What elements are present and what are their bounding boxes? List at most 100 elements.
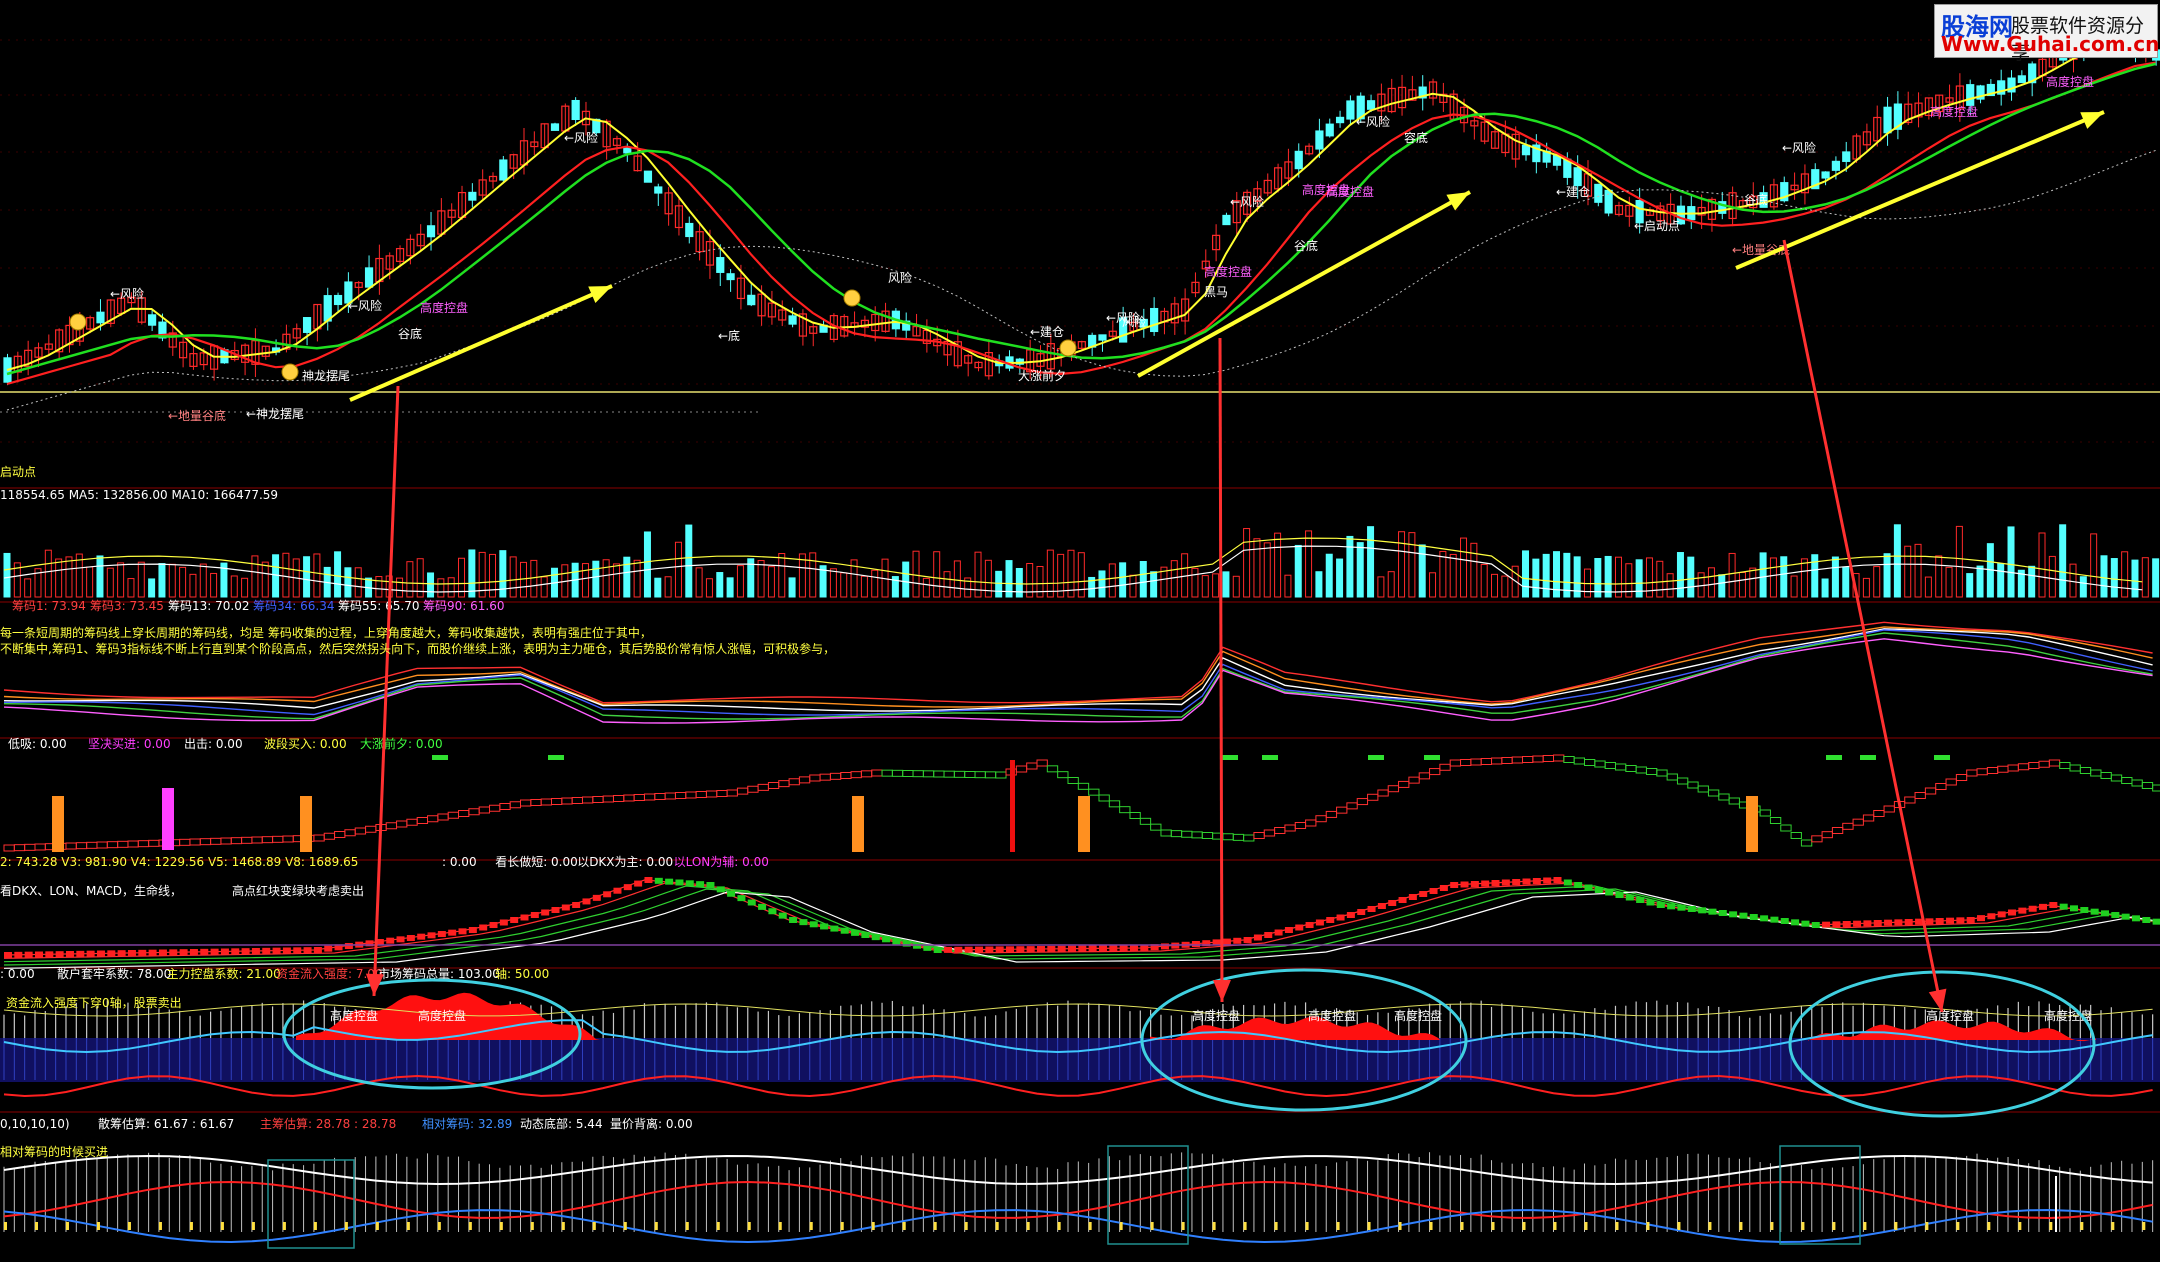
signal-green-tick xyxy=(1262,755,1278,760)
volume-bar xyxy=(1862,577,1870,598)
dkx-block xyxy=(572,902,581,908)
signal-stair-step xyxy=(1449,759,1462,767)
candle-body xyxy=(499,159,508,181)
dkx-block xyxy=(541,909,550,916)
dkx-block xyxy=(1832,921,1841,928)
dkx-block xyxy=(76,950,85,957)
signal-stair-step xyxy=(261,836,274,844)
volume-bar xyxy=(1387,571,1395,598)
dkx-block xyxy=(1501,879,1510,886)
dkx-block xyxy=(210,948,219,955)
dkx-block xyxy=(944,946,953,953)
bottom-yellow-tick xyxy=(623,1222,627,1230)
signal-stair-step xyxy=(1139,817,1152,825)
candle-body xyxy=(1346,100,1355,120)
signal-stair-step xyxy=(1398,780,1410,788)
dkx-block xyxy=(65,951,74,957)
dkx-block xyxy=(685,880,694,887)
signal-bar xyxy=(162,788,174,850)
dkx-block xyxy=(2008,909,2017,916)
chip-header-item: 筹码1: 73.94 xyxy=(12,599,86,613)
bottom-yellow-tick xyxy=(1584,1222,1588,1230)
dkx-block xyxy=(1419,891,1428,897)
volume-bar xyxy=(716,572,724,598)
signal-stair-step xyxy=(1191,831,1203,839)
dkx-block xyxy=(2152,918,2160,925)
volume-bar xyxy=(313,553,321,598)
dkx-block xyxy=(179,949,188,956)
signal-stair-step xyxy=(478,806,491,814)
candle-body xyxy=(654,186,663,194)
signal-stair-step xyxy=(1015,765,1028,773)
dkx-block xyxy=(727,890,736,897)
dkx-block xyxy=(1037,946,1045,952)
bottom-yellow-tick xyxy=(933,1222,937,1230)
dkx-block xyxy=(933,947,942,953)
dkx-block xyxy=(964,946,973,953)
dkx-block xyxy=(1398,897,1407,903)
control-label: 高度控盘 xyxy=(1926,1008,1974,1023)
dkx-block xyxy=(1791,919,1800,926)
volume-bar xyxy=(230,575,238,598)
volume-bar xyxy=(1170,560,1178,598)
signal-stair-step xyxy=(1046,765,1059,773)
signal-stair-step xyxy=(623,794,635,802)
dkx-block xyxy=(437,931,446,937)
dkx-block xyxy=(1594,887,1603,893)
dkx-block xyxy=(1636,897,1645,903)
price-signal-label: 黑马 xyxy=(1204,285,1228,299)
bottom-header-item: 主筹估算: 28.78 : 28.78 xyxy=(260,1116,396,1131)
price-signal-label: ←建仓 xyxy=(1030,325,1064,339)
signal-stair-step xyxy=(1924,787,1937,795)
volume-bar xyxy=(530,559,538,598)
signal-green-tick xyxy=(432,755,448,760)
signal-stair-step xyxy=(1666,773,1678,781)
dkx-block xyxy=(1760,915,1769,922)
guhai-logo[interactable]: 股海网 股票软件资源分享 Www.Guhai.com.cn xyxy=(1934,4,2160,64)
volume-bar xyxy=(251,555,259,598)
signal-header-item: 大涨前夕: 0.00 xyxy=(360,736,443,751)
candle-body xyxy=(1842,151,1851,162)
bottom-yellow-tick xyxy=(995,1222,999,1230)
logo-url: Www.Guhai.com.cn xyxy=(1941,32,2160,56)
signal-stair-step xyxy=(1718,793,1730,801)
volume-bar xyxy=(1893,524,1901,598)
control-label: 高度控盘 xyxy=(330,1008,378,1023)
bottom-yellow-tick xyxy=(1956,1222,1960,1230)
volume-bar xyxy=(705,578,713,598)
volume-bar xyxy=(1470,542,1478,598)
signal-bar xyxy=(1078,796,1090,852)
bottom-yellow-tick xyxy=(530,1222,534,1230)
signal-stair-step xyxy=(2110,774,2123,782)
dkx-block xyxy=(1543,877,1552,884)
price-signal-label: ←建仓 xyxy=(1556,185,1590,199)
dkx-block xyxy=(1274,929,1283,936)
bottom-yellow-tick xyxy=(778,1222,782,1230)
dkx-block xyxy=(200,948,209,955)
volume-bar xyxy=(189,573,197,598)
dkx-block xyxy=(1388,900,1397,906)
signal-stair-step xyxy=(1604,762,1616,769)
dkx-block xyxy=(1801,920,1810,927)
signal-stair-step xyxy=(1408,776,1420,784)
control-header-item: 主力控盘系数: 21.00 xyxy=(167,966,281,981)
dkx-block xyxy=(789,917,798,923)
bottom-yellow-tick xyxy=(1770,1222,1774,1230)
signal-stair-step xyxy=(829,772,842,780)
dkx-block xyxy=(220,948,229,955)
dkx-block xyxy=(417,933,426,940)
dkx-block xyxy=(1295,924,1304,931)
bottom-yellow-tick xyxy=(1274,1222,1278,1230)
bottom-yellow-tick xyxy=(1150,1222,1154,1230)
dkx-block xyxy=(716,886,725,893)
volume-bar xyxy=(726,577,734,598)
signal-stair-step xyxy=(933,770,945,778)
volume-bar xyxy=(1015,567,1023,598)
control-header-item: 资金流入强度: 7.00 xyxy=(276,966,383,981)
dkx-block xyxy=(169,949,178,956)
candle-body xyxy=(571,99,580,121)
control-red-area-3 xyxy=(1808,1020,2096,1042)
volume-bar xyxy=(1501,575,1509,598)
dkx-block xyxy=(1109,945,1118,952)
volume-bar xyxy=(1945,566,1953,598)
